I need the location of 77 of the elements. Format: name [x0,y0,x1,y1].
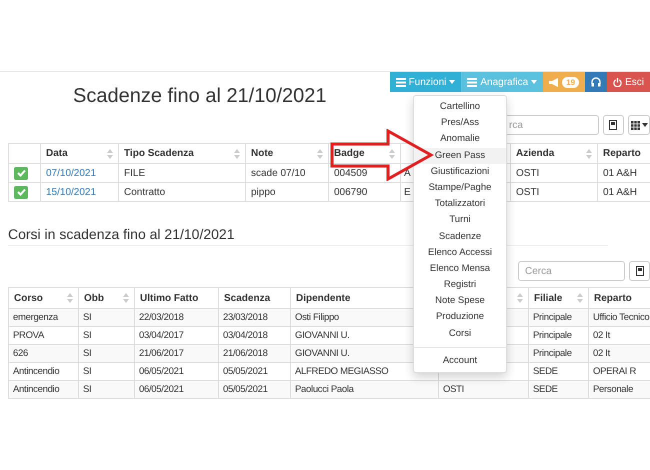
notification-count: 19 [562,76,580,88]
menu-item[interactable]: Cartellino [414,99,506,116]
grid-icon [630,120,640,130]
menu-item[interactable]: Green Pass [414,148,506,164]
column-header[interactable]: Badge [328,144,400,164]
card-icon [609,120,618,130]
table-cell: Principale [528,344,588,362]
sort-icon[interactable] [107,148,113,158]
table-cell: FILE [118,164,246,182]
table-cell: SI [78,308,134,326]
menu-item[interactable]: Scadenze [414,228,506,245]
column-header[interactable]: Azienda [510,144,598,164]
toggle-view-button[interactable] [602,115,624,135]
list-icon [396,78,406,86]
table-cell: 004509 [328,164,400,182]
headset-icon [591,77,602,87]
sort-icon[interactable] [67,293,73,303]
sort-icon[interactable] [317,148,323,158]
caret-icon [449,80,456,84]
table-cell: SI [78,380,134,398]
caret-icon [642,123,648,127]
card-icon [636,266,644,276]
table-cell: 06/05/2021 [134,380,218,398]
column-header[interactable]: Filiale [528,288,588,308]
table-cell: scade 07/10 [246,164,328,182]
column-header[interactable]: Data [40,144,118,164]
sort-icon[interactable] [517,293,523,303]
table-cell: Antincendio [8,380,78,398]
toggle-view-button[interactable] [629,261,650,281]
megaphone-icon [549,78,560,86]
sort-icon[interactable] [234,148,240,158]
list-icon [467,78,478,86]
column-header: Reparto [598,144,650,164]
table-cell: 626 [8,344,78,362]
check-button[interactable] [14,186,28,198]
table-cell: 22/03/2018 [134,308,218,326]
menu-item[interactable]: Elenco Mensa [414,260,506,278]
columns-button[interactable] [628,115,650,135]
sort-icon[interactable] [577,293,583,303]
table-cell: 02 It [588,344,650,362]
power-icon [613,78,622,86]
caret-icon [531,80,538,84]
table-cell: SEDE [528,380,588,398]
menu-item[interactable]: Giustificazioni [414,164,506,180]
sort-icon[interactable] [586,148,592,158]
table-cell: Paolucci Paola [290,380,438,398]
column-header[interactable]: Note [246,144,328,164]
date-link[interactable]: 07/10/2021 [40,164,118,182]
table-cell: Principale [528,308,588,326]
column-header: Ultimo Fatto [134,288,218,308]
table-cell: SI [78,344,134,362]
check-button[interactable] [14,166,28,180]
table-cell: 21/06/2017 [134,344,218,362]
date-link[interactable]: 15/10/2021 [40,182,118,202]
column-header[interactable]: Obb [78,288,134,308]
logout-button[interactable]: Esci [607,72,650,92]
headset-button[interactable] [585,72,608,92]
table-cell: 23/03/2018 [218,308,290,326]
table-cell: Personale [588,380,650,398]
table-cell: 006790 [328,182,400,202]
column-header[interactable]: Tipo Scadenza [118,144,246,164]
table-cell: Contratto [118,182,246,202]
table-cell: emergenza [8,308,78,326]
table-cell: OSTI [510,182,598,202]
menu-item[interactable]: Elenco Accessi [414,244,506,261]
table-cell: OSTI [510,164,598,182]
sort-icon[interactable] [123,293,129,303]
table-cell: 05/05/2021 [218,380,290,398]
table-cell: OSTI [438,380,528,398]
page-title: Scadenze fino al 21/10/2021 [73,84,327,108]
table-cell: pippo [246,182,328,202]
column-header[interactable]: Corso [8,288,78,308]
table-cell: Ufficio Tecnico [588,308,650,326]
table-cell: 21/06/2018 [218,344,290,362]
menu-item[interactable]: Stampe/Paghe [414,180,506,196]
sort-icon[interactable] [389,148,395,158]
menu-item[interactable]: Turni [414,212,506,228]
